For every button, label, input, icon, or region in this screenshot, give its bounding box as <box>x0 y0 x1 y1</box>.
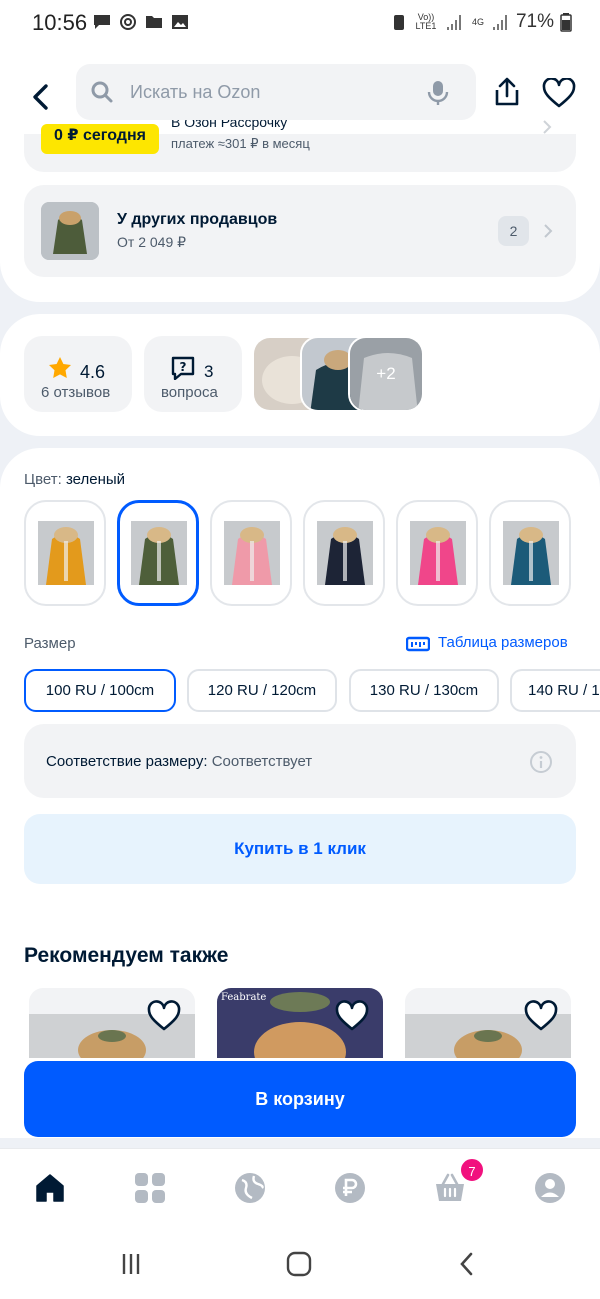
size-fit-text: Соответствие размеру: Соответствует <box>46 753 312 770</box>
system-back-icon[interactable] <box>457 1251 477 1277</box>
globe-icon[interactable] <box>234 1172 266 1204</box>
jacket-image <box>41 202 99 260</box>
battery-saver-icon <box>393 15 404 30</box>
color-swatch-orange[interactable] <box>24 500 106 606</box>
cart-count-badge: 7 <box>459 1157 485 1183</box>
folder-icon <box>146 16 162 28</box>
other-sellers-row[interactable] <box>24 185 576 277</box>
chevron-right-icon <box>543 120 552 134</box>
review-photo-more[interactable]: +2 <box>348 336 424 412</box>
other-sellers-thumbnail <box>41 202 99 260</box>
swatch-jacket-image <box>410 521 466 585</box>
home-button-icon[interactable] <box>286 1251 312 1277</box>
battery-icon <box>560 13 572 32</box>
reviews-count: 6 отзывов <box>41 384 111 401</box>
add-to-cart-button[interactable]: В корзину <box>24 1061 576 1137</box>
buy-one-click-button[interactable]: Купить в 1 клик <box>24 814 576 884</box>
status-time: 10:56 <box>32 10 88 35</box>
color-value: зеленый <box>65 471 126 488</box>
battery-percent: 71% <box>515 11 554 32</box>
network-label-b: 4G <box>471 16 484 27</box>
heart-icon[interactable] <box>147 1000 181 1032</box>
color-swatch-green[interactable] <box>117 500 199 606</box>
microphone-icon[interactable] <box>426 80 450 106</box>
image-icon <box>172 15 188 29</box>
at-icon <box>120 14 136 30</box>
color-swatch-pink[interactable] <box>210 500 292 606</box>
recent-apps-icon[interactable] <box>119 1252 143 1276</box>
installment-payment: платеж ≈301 ₽ в месяц <box>171 136 310 151</box>
share-icon[interactable] <box>492 76 522 108</box>
status-right: Vo)) LTE1 4G 71% <box>392 11 572 33</box>
chevron-right-icon <box>544 224 553 238</box>
swatch-jacket-image <box>224 521 280 585</box>
size-table-link[interactable]: Таблица размеров <box>438 634 568 651</box>
ruble-icon[interactable] <box>334 1172 366 1204</box>
star-icon <box>49 357 71 378</box>
heart-icon[interactable] <box>524 1000 558 1032</box>
other-sellers-title: У других продавцов <box>117 211 278 228</box>
installment-badge: 0 ₽ сегодня <box>41 124 159 154</box>
swatch-jacket-image <box>38 521 94 585</box>
ruler-icon[interactable] <box>406 636 430 652</box>
recommend-watermark: Feabrate <box>221 992 267 1003</box>
info-icon[interactable] <box>529 750 553 774</box>
size-option[interactable]: 130 RU / 130cm <box>349 669 499 712</box>
other-sellers-count: 2 <box>498 216 529 246</box>
search-placeholder: Искать на Ozon <box>130 82 261 102</box>
question-bubble-icon: ? <box>171 356 195 380</box>
message-icon <box>94 15 110 29</box>
search-icon <box>91 81 113 103</box>
questions-label: вопроса <box>161 384 218 401</box>
home-icon[interactable] <box>34 1172 66 1204</box>
rating-value: 4.6 <box>80 362 106 382</box>
more-photos-count: +2 <box>376 364 396 383</box>
catalog-icon[interactable] <box>134 1172 166 1204</box>
color-swatch-teal[interactable] <box>489 500 571 606</box>
svg-text:?: ? <box>180 360 187 374</box>
color-label-text: Цвет: <box>24 471 62 488</box>
size-option[interactable]: 140 RU / 140cm <box>510 669 600 712</box>
color-swatch-navy[interactable] <box>303 500 385 606</box>
network-label-a: Vo)) LTE1 <box>415 12 437 31</box>
size-fit-label: Соответствие размеру: <box>46 753 208 770</box>
color-label: Цвет: зеленый <box>24 471 125 488</box>
swatch-jacket-image <box>503 521 559 585</box>
signal-icon-2 <box>492 15 507 30</box>
swatch-jacket-image <box>317 521 373 585</box>
size-option[interactable]: 100 RU / 100cm <box>24 669 176 712</box>
color-swatch-hot-pink[interactable] <box>396 500 478 606</box>
status-notification-icons <box>92 12 190 32</box>
size-option[interactable]: 120 RU / 120cm <box>187 669 337 712</box>
bottom-navigation <box>0 1148 600 1230</box>
heart-icon[interactable] <box>335 1000 369 1032</box>
swatch-jacket-image <box>131 521 187 585</box>
other-sellers-price: От 2 049 ₽ <box>117 234 187 250</box>
back-arrow-icon[interactable] <box>24 80 58 114</box>
profile-icon[interactable] <box>534 1172 566 1204</box>
recommend-title: Рекомендуем также <box>24 944 229 967</box>
questions-count: 3 <box>204 362 214 381</box>
signal-icon <box>446 15 461 30</box>
favorite-heart-icon[interactable] <box>542 78 576 108</box>
size-label: Размер <box>24 635 76 652</box>
size-fit-value: Соответствует <box>211 753 313 770</box>
